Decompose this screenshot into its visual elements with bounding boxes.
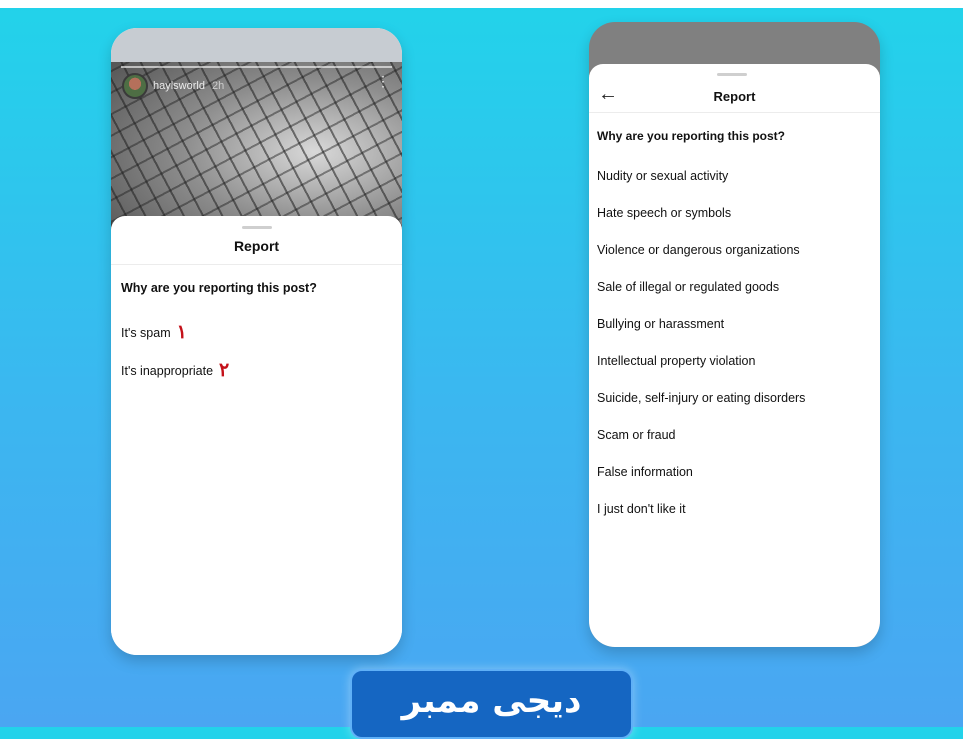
story-progress-bar xyxy=(121,66,392,68)
report-sheet-right: ← Report Why are you reporting this post… xyxy=(589,64,880,647)
story-username-line[interactable]: haylsworld 2h xyxy=(153,80,224,92)
story-username[interactable]: haylsworld xyxy=(153,80,205,92)
report-option-violence[interactable]: Violence or dangerous organizations xyxy=(597,243,800,257)
left-phone: haylsworld 2h ⋮ Report Why are you repor… xyxy=(111,28,402,655)
report-option-bullying[interactable]: Bullying or harassment xyxy=(597,317,724,331)
report-option-self-injury[interactable]: Suicide, self-injury or eating disorders xyxy=(597,391,805,405)
report-option-nudity[interactable]: Nudity or sexual activity xyxy=(597,169,728,183)
report-option-false-info[interactable]: False information xyxy=(597,465,693,479)
sheet-title: Report xyxy=(233,238,280,254)
divider xyxy=(111,264,402,265)
report-option-ip-violation[interactable]: Intellectual property violation xyxy=(597,354,755,368)
report-option-inappropriate[interactable]: It's inappropriate ۲ xyxy=(121,358,229,381)
sheet-handle[interactable] xyxy=(717,73,747,76)
number-marker-2: ۲ xyxy=(219,360,230,381)
report-question: Why are you reporting this post? xyxy=(597,129,786,143)
sheet-title: Report xyxy=(713,89,756,104)
brand-logo-text: دیجی ممبر xyxy=(401,681,582,721)
avatar[interactable] xyxy=(122,73,148,99)
option-label: It's spam xyxy=(121,326,171,340)
report-option-illegal-goods[interactable]: Sale of illegal or regulated goods xyxy=(597,280,779,294)
option-label: It's inappropriate xyxy=(121,364,214,378)
brand-logo: دیجی ممبر xyxy=(350,669,633,739)
divider xyxy=(589,112,880,113)
report-option-scam[interactable]: Scam or fraud xyxy=(597,428,676,442)
report-sheet-left: Report Why are you reporting this post? … xyxy=(111,216,402,655)
story-time: 2h xyxy=(212,80,225,92)
number-marker-1: ۱ xyxy=(176,322,187,343)
more-options-icon[interactable]: ⋮ xyxy=(376,74,390,88)
report-question: Why are you reporting this post? xyxy=(121,281,317,295)
top-strip xyxy=(0,0,963,8)
sheet-handle[interactable] xyxy=(242,226,272,229)
report-option-dont-like[interactable]: I just don't like it xyxy=(597,502,686,516)
right-phone: ← Report Why are you reporting this post… xyxy=(589,22,880,647)
status-bar xyxy=(111,28,402,62)
report-option-spam[interactable]: It's spam ۱ xyxy=(121,320,187,343)
report-option-hate-speech[interactable]: Hate speech or symbols xyxy=(597,206,731,220)
